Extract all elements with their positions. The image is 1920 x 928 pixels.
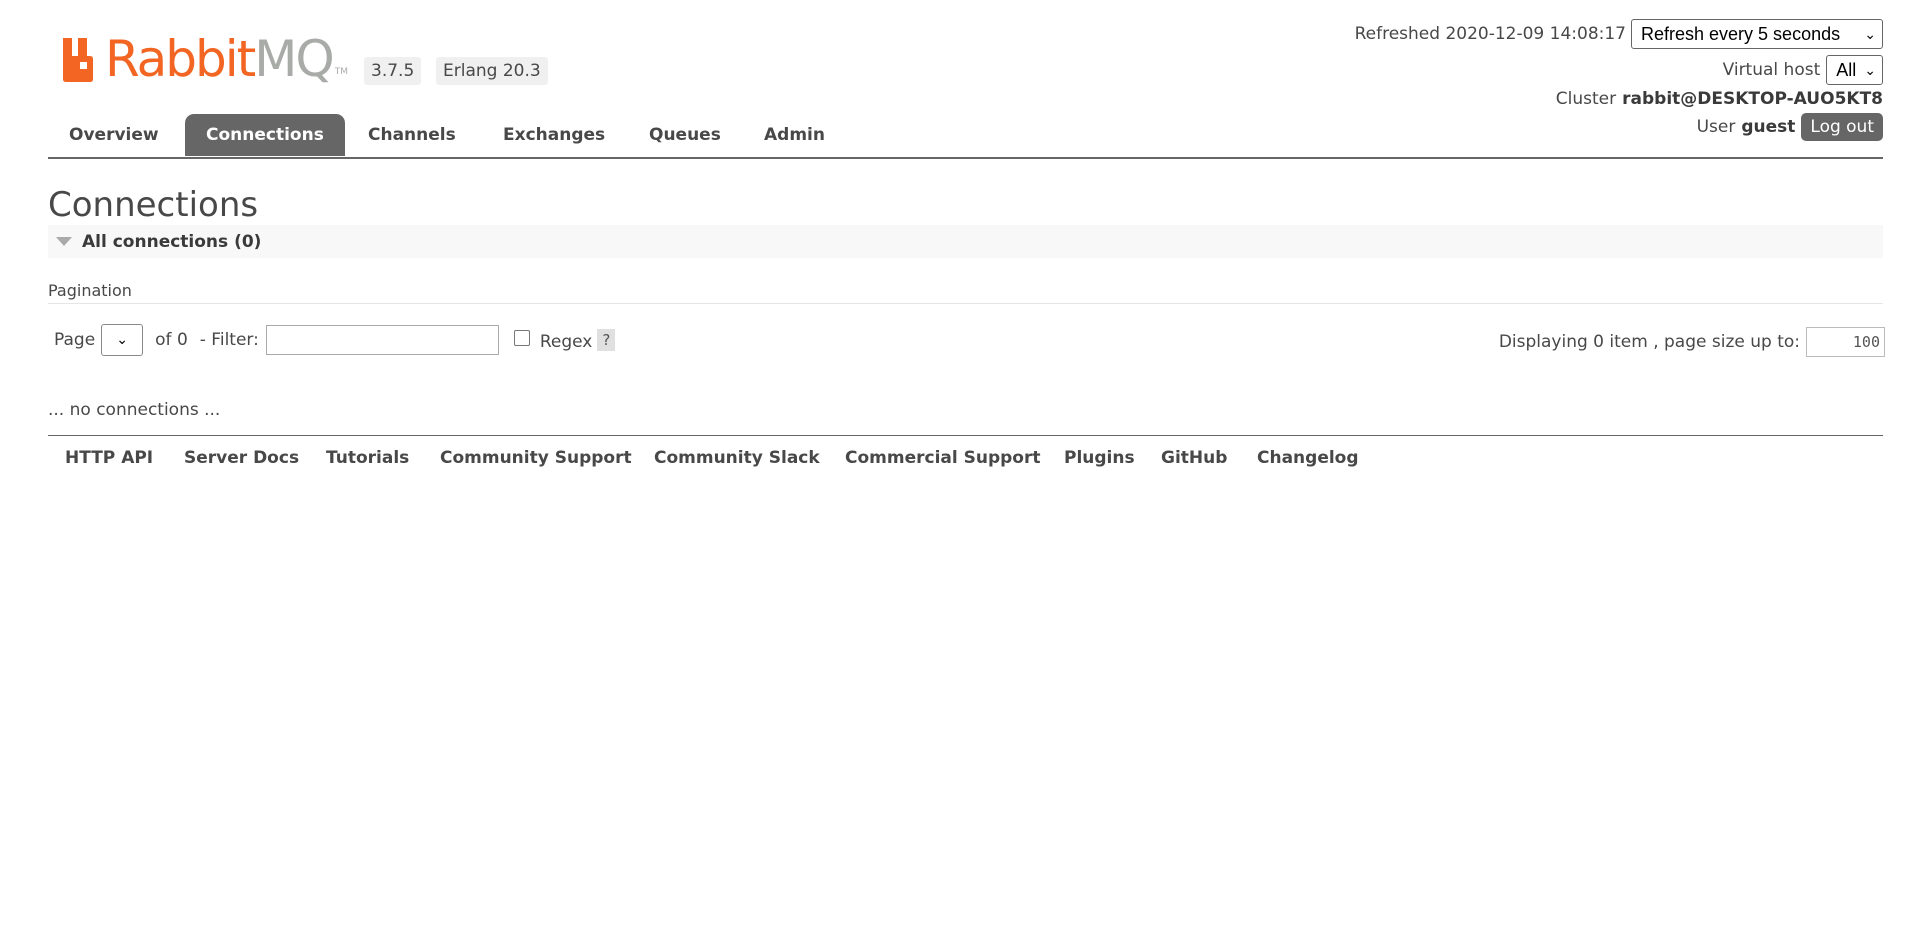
filter-input[interactable] xyxy=(265,325,499,355)
tab-exchanges[interactable]: Exchanges xyxy=(482,114,626,156)
empty-state-message: ... no connections ... xyxy=(48,400,221,420)
footer-link-server-docs[interactable]: Server Docs xyxy=(184,448,299,468)
pagination-controls: Page ⌄ of 0 - Filter: Regex ? xyxy=(54,324,616,356)
vhost-value: All xyxy=(1836,59,1857,80)
cluster-name: rabbit@DESKTOP-AUO5KT8 xyxy=(1622,89,1883,109)
footer-link-http-api[interactable]: HTTP API xyxy=(65,448,153,468)
footer-link-plugins[interactable]: Plugins xyxy=(1064,448,1135,468)
logo-text-mq: MQ xyxy=(254,30,334,88)
regex-label: Regex xyxy=(539,332,593,352)
page-size-input[interactable]: 100 xyxy=(1806,327,1885,357)
footer-link-tutorials[interactable]: Tutorials xyxy=(326,448,409,468)
tab-admin[interactable]: Admin xyxy=(743,114,846,156)
page-select[interactable]: ⌄ xyxy=(101,324,144,356)
footer-link-community-support[interactable]: Community Support xyxy=(440,448,632,468)
rabbit-logo-icon xyxy=(63,36,103,82)
version-badge: 3.7.5 xyxy=(364,57,422,85)
chevron-down-icon: ⌄ xyxy=(116,332,129,348)
page-count-label: of 0 xyxy=(155,330,188,350)
main-nav: Overview Connections Channels Exchanges … xyxy=(48,114,1883,159)
all-connections-section-toggle[interactable]: All connections (0) xyxy=(48,225,1883,258)
collapse-triangle-icon xyxy=(56,237,72,246)
tab-connections[interactable]: Connections xyxy=(185,114,345,156)
tab-overview[interactable]: Overview xyxy=(48,114,180,156)
refreshed-timestamp: Refreshed 2020-12-09 14:08:17 xyxy=(1354,24,1626,44)
vhost-label: Virtual host xyxy=(1722,60,1821,80)
regex-help-button[interactable]: ? xyxy=(597,329,616,351)
chevron-down-icon: ⌄ xyxy=(1864,61,1876,78)
rabbitmq-logo[interactable]: Rabbit MQ TM xyxy=(63,33,348,85)
footer-link-changelog[interactable]: Changelog xyxy=(1257,448,1359,468)
page-title: Connections xyxy=(48,185,259,225)
footer-link-github[interactable]: GitHub xyxy=(1161,448,1227,468)
display-count-label: Displaying 0 item , page size up to: xyxy=(1498,332,1800,352)
cluster-label: Cluster xyxy=(1555,89,1617,109)
tab-queues[interactable]: Queues xyxy=(628,114,742,156)
pagination-heading: Pagination xyxy=(48,281,132,300)
erlang-version-badge: Erlang 20.3 xyxy=(436,57,548,85)
display-info: Displaying 0 item , page size up to: 100 xyxy=(1499,327,1885,357)
tab-channels[interactable]: Channels xyxy=(347,114,477,156)
logo-text-rabbit: Rabbit xyxy=(105,30,256,88)
vhost-select[interactable]: All ⌄ xyxy=(1826,55,1883,85)
page-label: Page xyxy=(54,330,96,350)
divider xyxy=(48,303,1883,304)
chevron-down-icon: ⌄ xyxy=(1864,25,1876,42)
logo-trademark: TM xyxy=(334,67,349,77)
refresh-interval-select[interactable]: Refresh every 5 seconds ⌄ xyxy=(1631,19,1883,49)
footer-link-community-slack[interactable]: Community Slack xyxy=(654,448,820,468)
footer: HTTP API Server Docs Tutorials Community… xyxy=(48,435,1883,476)
footer-link-commercial-support[interactable]: Commercial Support xyxy=(845,448,1041,468)
section-title: All connections (0) xyxy=(82,231,262,252)
filter-label: - Filter: xyxy=(199,330,259,350)
regex-checkbox[interactable] xyxy=(513,330,530,346)
refresh-interval-value: Refresh every 5 seconds xyxy=(1641,23,1841,44)
